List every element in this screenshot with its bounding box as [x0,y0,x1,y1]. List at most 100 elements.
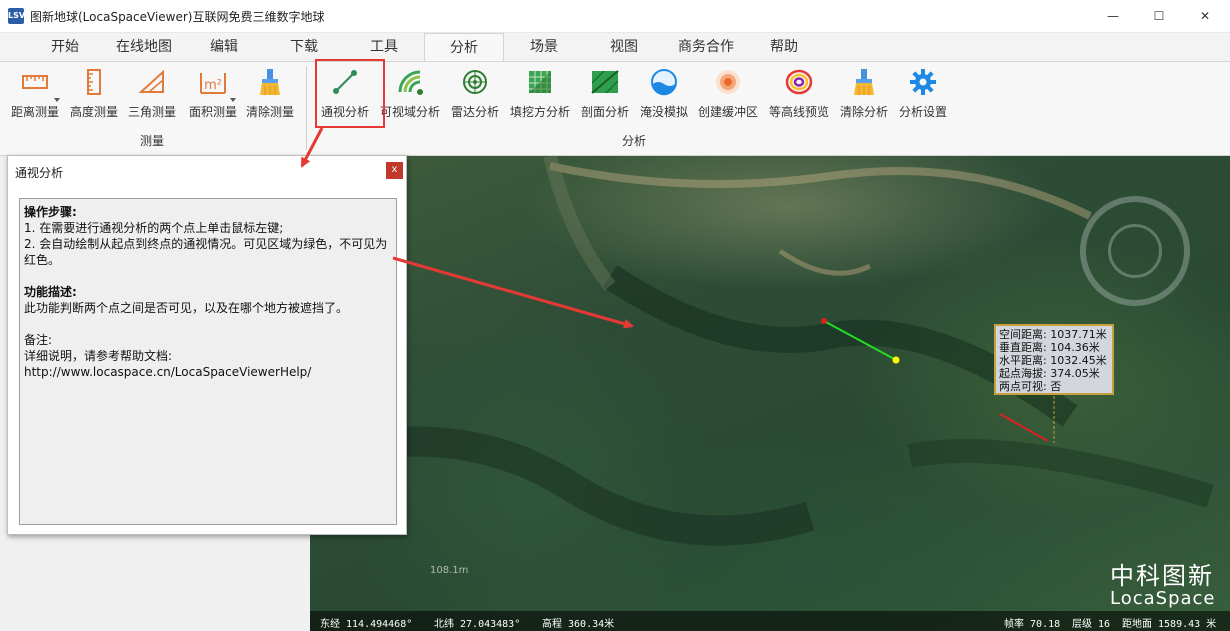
chevron-down-icon [230,98,236,102]
elevation-readout: 高程 360.34米 [542,619,615,630]
analysis-group-label: 分析 [622,134,647,148]
vertical-distance-text: 垂直距离: 104.36米 [999,341,1100,354]
horizontal-distance-text: 水平距离: 1032.45米 [999,354,1107,367]
start-elevation-text: 起点海拔: 374.05米 [999,367,1100,380]
start-point-marker [821,318,827,324]
brand-watermark-en: LocaSpace [1110,588,1216,609]
visibility-result-text: 两点可视: 否 [999,380,1062,393]
ribbon-panel: 距离测量 高度测量 三角测量 m² 面积测量 清除测量 测量 通视分析 可视域分… [0,59,1230,156]
spatial-distance-text: 空间距离: 1037.71米 [999,328,1107,341]
dialog-title: 通视分析 [15,166,64,180]
brand-watermark-cn: 中科图新 [1110,562,1214,590]
tab-business[interactable]: 商务合作 [668,33,744,61]
tab-scene[interactable]: 场景 [518,33,570,61]
clear-measure-button[interactable]: 清除测量 [244,66,296,120]
ribbon-tab-bar: 开始 在线地图 编辑 下载 工具 分析 场景 视图 商务合作 帮助 [0,33,1230,61]
area-m2-icon: m² [198,68,228,96]
contour-icon [784,68,814,96]
cut-fill-label: 填挖方分析 [509,105,570,119]
dialog-close-button[interactable]: x [386,162,403,179]
triangle-measure-button[interactable]: 三角测量 [126,66,178,120]
profile-button[interactable]: 剖面分析 [578,66,632,120]
tab-analysis[interactable]: 分析 [424,33,504,61]
tab-download[interactable]: 下载 [278,33,330,61]
flood-simulation-label: 淹没模拟 [639,105,688,119]
height-measure-button[interactable]: 高度测量 [68,66,120,120]
tab-tools[interactable]: 工具 [358,33,410,61]
tab-start[interactable]: 开始 [40,33,90,61]
distance-measure-label: 距离测量 [10,105,59,119]
flood-icon [649,68,679,96]
blocked-segment-line [999,413,1049,442]
height-measure-label: 高度测量 [69,105,118,119]
scale-bar-label: 108.1m [430,565,469,576]
clear-analysis-button[interactable]: 清除分析 [836,66,892,120]
steps-heading: 操作步骤: [24,205,77,219]
tab-online-map[interactable]: 在线地图 [106,33,182,61]
flood-simulation-button[interactable]: 淹没模拟 [636,66,692,120]
step-1-text: 1. 在需要进行通视分析的两个点上单击鼠标左键; [24,221,284,235]
app-logo-icon: LSV [8,8,25,24]
viewshed-label: 可视域分析 [379,105,440,119]
viewshed-button[interactable]: 可视域分析 [378,66,442,120]
radar-label: 雷达分析 [450,105,499,119]
profile-icon [590,68,620,96]
brush-clear-icon [255,68,285,96]
triangle-measure-label: 三角测量 [127,105,176,119]
notes-text: 详细说明，请参考帮助文档: [24,349,173,363]
ground-distance-readout: 距地面 1589.43 米 [1122,619,1217,630]
window-title: 图新地球(LocaSpaceViewer)互联网免费三维数字地球 [30,10,325,24]
gear-icon [908,68,938,96]
zoom-level-readout: 层级 16 [1072,619,1111,630]
latitude-readout: 北纬 27.043483° [434,619,521,630]
analysis-settings-button[interactable]: 分析设置 [896,66,950,120]
contour-preview-button[interactable]: 等高线预览 [766,66,832,120]
contour-preview-label: 等高线预览 [768,105,829,119]
area-measure-button[interactable]: m² 面积测量 [184,66,242,120]
create-buffer-button[interactable]: 创建缓冲区 [696,66,760,120]
triangle-ruler-icon [137,68,167,96]
radar-icon [460,68,490,96]
maximize-button[interactable]: ☐ [1136,0,1182,32]
tab-view[interactable]: 视图 [598,33,650,61]
chevron-down-icon [54,98,60,102]
description-heading: 功能描述: [24,285,77,299]
group-divider [306,66,307,150]
longitude-readout: 东经 114.494468° [320,619,413,630]
buffer-icon [713,68,743,96]
viewshed-icon [395,68,425,96]
clear-measure-label: 清除测量 [245,105,294,119]
create-buffer-label: 创建缓冲区 [697,105,758,119]
height-ruler-icon [79,68,109,96]
tab-edit[interactable]: 编辑 [198,33,250,61]
help-url-text: http://www.locaspace.cn/LocaSpaceViewerH… [24,365,312,379]
map-status-bar: 东经 114.494468° 北纬 27.043483° 高程 360.34米 … [310,611,1230,631]
description-text: 此功能判断两个点之间是否可见，以及在哪个地方被遮挡了。 [24,301,349,315]
measurement-info-box: 空间距离: 1037.71米 垂直距离: 104.36米 水平距离: 1032.… [994,324,1114,395]
analysis-settings-label: 分析设置 [898,105,947,119]
measure-group-label: 测量 [140,134,165,148]
clear-analysis-label: 清除分析 [839,105,888,119]
line-of-sight-highlight-box [315,59,385,128]
fps-readout: 帧率 70.18 [1004,619,1061,630]
map-viewport[interactable]: 空间距离: 1037.71米 垂直距离: 104.36米 水平距离: 1032.… [310,156,1230,631]
title-bar: LSV 图新地球(LocaSpaceViewer)互联网免费三维数字地球 — ☐… [0,0,1230,33]
ruler-icon [20,68,50,96]
radar-button[interactable]: 雷达分析 [446,66,504,120]
brush-clear-icon [849,68,879,96]
area-measure-label: 面积测量 [188,105,237,119]
visible-segment-line [823,320,897,361]
end-point-marker [892,356,900,364]
cut-fill-icon [525,68,555,96]
area-icon-text: m² [204,78,222,93]
tab-help[interactable]: 帮助 [758,33,810,61]
line-of-sight-dialog: 通视分析 x 操作步骤: 1. 在需要进行通视分析的两个点上单击鼠标左键; 2.… [7,155,407,535]
distance-measure-button[interactable]: 距离测量 [6,66,64,120]
notes-heading: 备注: [24,333,53,347]
step-2-text: 2. 会自动绘制从起点到终点的通视情况。可见区域为绿色，不可见为红色。 [24,237,388,267]
close-window-button[interactable]: ✕ [1182,0,1228,32]
cut-fill-button[interactable]: 填挖方分析 [508,66,572,120]
minimize-button[interactable]: — [1090,0,1136,32]
profile-label: 剖面分析 [580,105,629,119]
dialog-help-text: 操作步骤: 1. 在需要进行通视分析的两个点上单击鼠标左键; 2. 会自动绘制从… [19,198,397,525]
